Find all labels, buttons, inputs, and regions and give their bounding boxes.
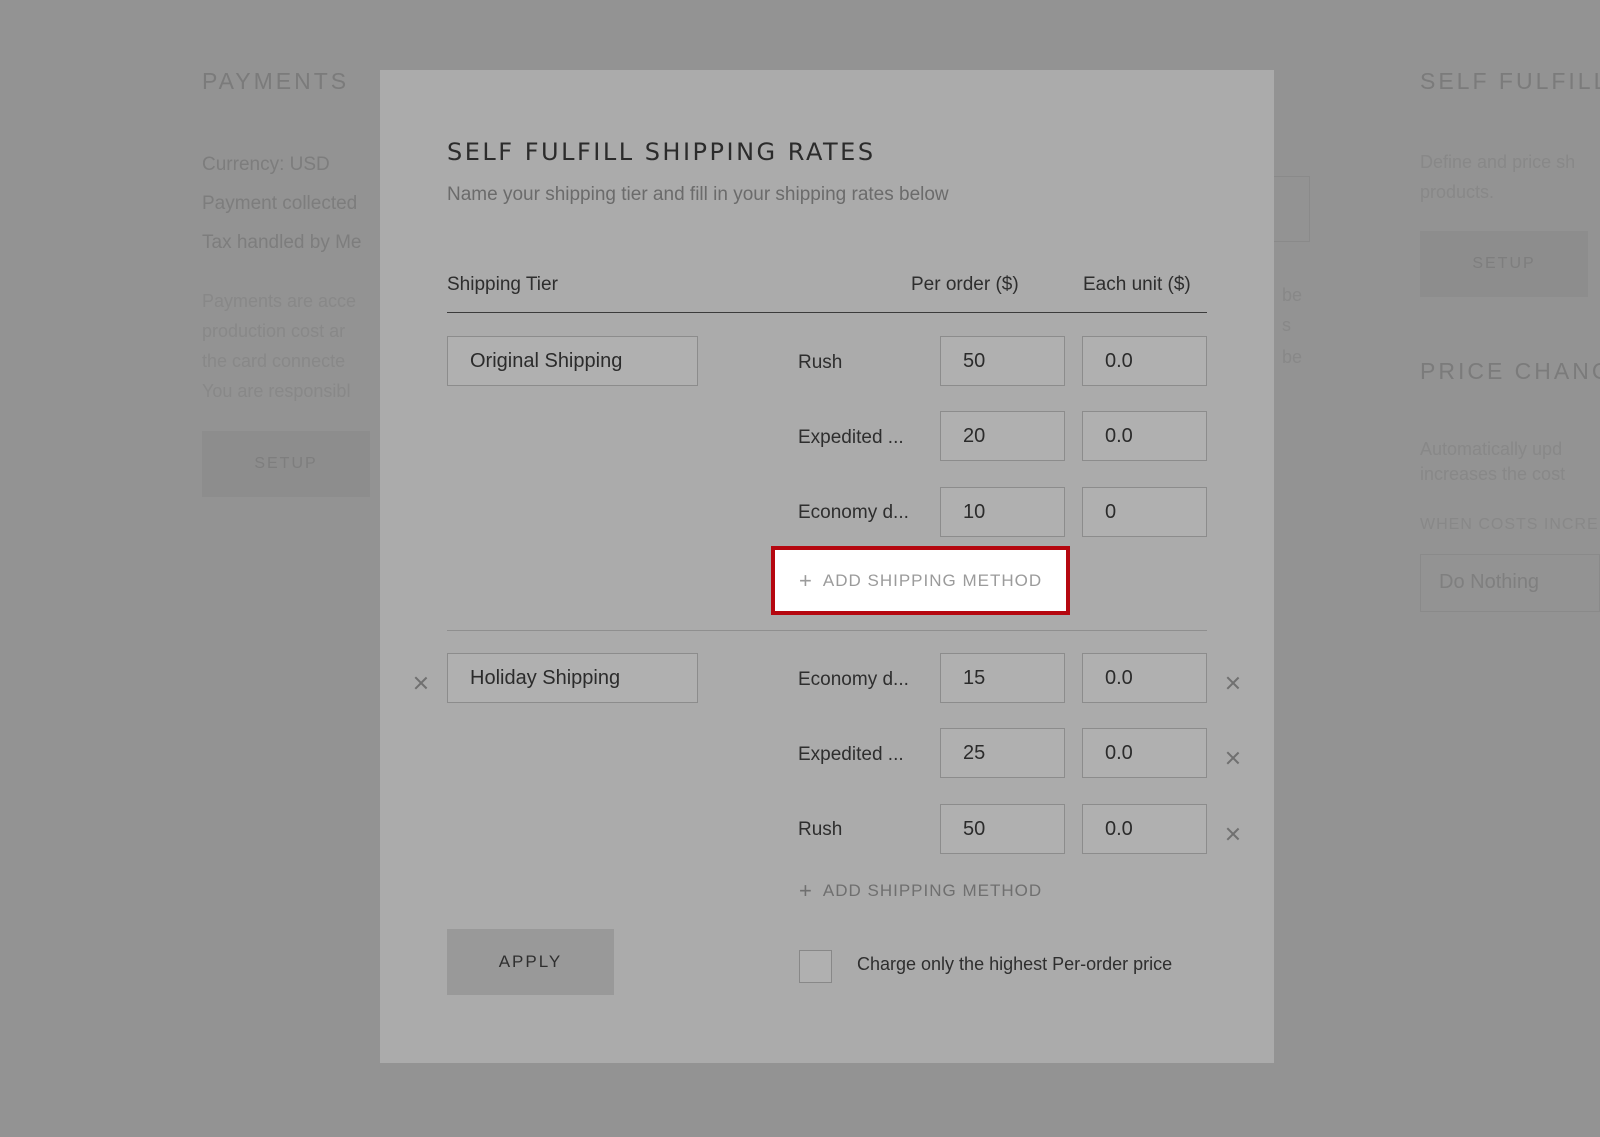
method-label-expedited: Expedited ...	[798, 744, 904, 765]
remove-method-close-icon[interactable]	[1226, 676, 1240, 690]
each-unit-input[interactable]: 0.0	[1082, 728, 1207, 778]
self-fulfill-para-2: products.	[1420, 182, 1495, 202]
payments-para-3: the card connecte	[202, 351, 346, 371]
method-label-expedited: Expedited ...	[798, 427, 904, 448]
payments-setup-button[interactable]: SETUP	[202, 431, 370, 497]
method-label-rush: Rush	[798, 352, 843, 373]
apply-button[interactable]: APPLY	[447, 929, 614, 995]
each-unit-input[interactable]: 0.0	[1082, 653, 1207, 703]
plus-icon: +	[799, 878, 813, 903]
remove-method-close-icon[interactable]	[1226, 827, 1240, 841]
payment-collected-text: Payment collected	[202, 193, 358, 214]
tier-name-input-original[interactable]: Original Shipping	[447, 336, 698, 386]
self-fulfill-setup-button[interactable]: SETUP	[1420, 231, 1588, 297]
price-change-heading: PRICE CHANGE	[1420, 358, 1600, 384]
highest-price-checkbox[interactable]	[799, 950, 832, 983]
column-header-shipping-tier: Shipping Tier	[447, 274, 558, 295]
payments-para-2: production cost ar	[202, 321, 346, 341]
column-header-each-unit: Each unit ($)	[1083, 274, 1191, 295]
side-text-2: s	[1282, 315, 1291, 335]
payments-heading: PAYMENTS	[202, 68, 350, 94]
add-shipping-method-button[interactable]: + ADD SHIPPING METHOD	[771, 546, 1070, 615]
header-divider	[447, 312, 1207, 313]
price-change-select-value: Do Nothing	[1439, 571, 1540, 593]
per-order-input[interactable]: 25	[940, 728, 1065, 778]
add-shipping-method-button[interactable]: + ADD SHIPPING METHOD	[799, 880, 1042, 902]
side-text-3: be	[1282, 347, 1303, 367]
self-fulfill-para-1: Define and price sh	[1420, 152, 1576, 172]
remove-method-close-icon[interactable]	[1226, 751, 1240, 765]
per-order-input[interactable]: 50	[940, 336, 1065, 386]
currency-text: Currency: USD	[202, 154, 330, 175]
each-unit-input[interactable]: 0.0	[1082, 804, 1207, 854]
when-costs-label: WHEN COSTS INCRE	[1420, 516, 1599, 533]
shipping-rates-modal: SELF FULFILL SHIPPING RATES Name your sh…	[380, 70, 1274, 1063]
per-order-input[interactable]: 10	[940, 487, 1065, 537]
modal-title: SELF FULFILL SHIPPING RATES	[447, 138, 876, 166]
method-label-rush: Rush	[798, 819, 843, 840]
add-shipping-method-label: ADD SHIPPING METHOD	[822, 881, 1043, 900]
per-order-input[interactable]: 50	[940, 804, 1065, 854]
add-shipping-method-label: ADD SHIPPING METHOD	[822, 570, 1043, 590]
per-order-input[interactable]: 20	[940, 411, 1065, 461]
tier-divider	[447, 630, 1207, 631]
highest-price-checkbox-label: Charge only the highest Per-order price	[857, 954, 1173, 974]
side-text-1: be	[1282, 285, 1303, 305]
method-label-economy: Economy d...	[798, 669, 909, 690]
each-unit-input[interactable]: 0	[1082, 487, 1207, 537]
each-unit-input[interactable]: 0.0	[1082, 336, 1207, 386]
self-fulfill-heading: SELF FULFILL S	[1420, 68, 1600, 94]
method-label-economy: Economy d...	[798, 502, 909, 523]
each-unit-input[interactable]: 0.0	[1082, 411, 1207, 461]
per-order-input[interactable]: 15	[940, 653, 1065, 703]
price-change-para-2: increases the cost	[1420, 464, 1566, 484]
remove-tier-close-icon[interactable]	[414, 676, 428, 690]
column-header-per-order: Per order ($)	[911, 274, 1019, 295]
tier-name-input-holiday[interactable]: Holiday Shipping	[447, 653, 698, 703]
payments-para-4: You are responsibl	[202, 381, 351, 401]
payments-para-1: Payments are acce	[202, 291, 357, 311]
modal-subtitle: Name your shipping tier and fill in your…	[447, 184, 949, 205]
plus-icon: +	[799, 567, 813, 593]
price-change-select[interactable]: Do Nothing	[1420, 554, 1600, 612]
tax-text: Tax handled by Me	[202, 232, 362, 253]
